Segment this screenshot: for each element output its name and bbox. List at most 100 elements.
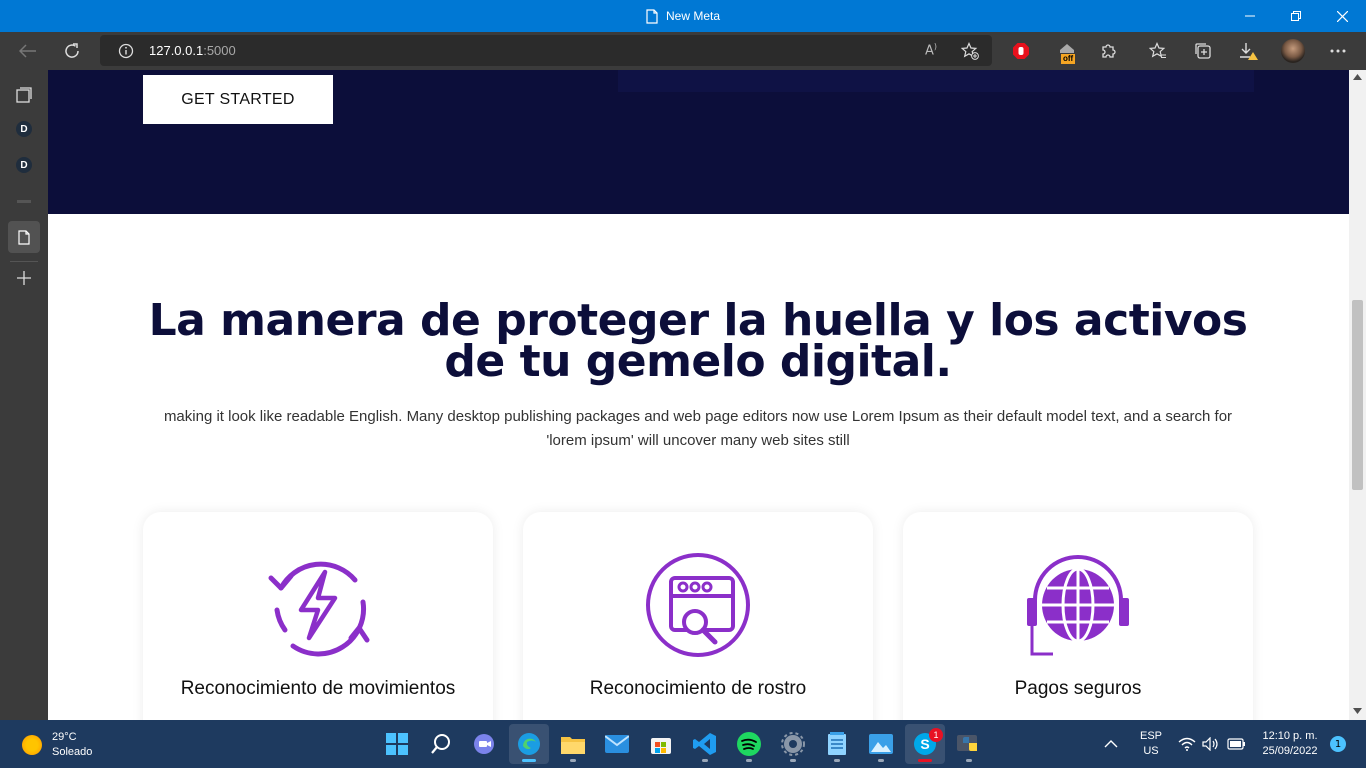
scrollbar-thumb[interactable] bbox=[1352, 300, 1363, 490]
back-arrow-icon bbox=[19, 44, 36, 58]
tab-favicon bbox=[17, 199, 31, 203]
page-content: GET STARTED La manera de proteger la hue… bbox=[48, 70, 1349, 720]
language-code: ESP bbox=[1139, 730, 1162, 742]
tab-actions-button[interactable] bbox=[8, 79, 40, 111]
section-headline: La manera de proteger la huella y los ac… bbox=[148, 295, 1248, 387]
sidebar-tab-3[interactable] bbox=[8, 185, 40, 217]
extension-off[interactable]: off bbox=[1052, 36, 1082, 66]
spotify-app[interactable] bbox=[729, 724, 769, 764]
edge-app[interactable] bbox=[509, 724, 549, 764]
store-app[interactable] bbox=[641, 724, 681, 764]
start-button[interactable] bbox=[377, 724, 417, 764]
close-button[interactable] bbox=[1319, 0, 1365, 32]
weather-widget[interactable]: 29°C Soleado bbox=[22, 730, 92, 760]
sidebar-tab-2[interactable]: D bbox=[8, 149, 40, 181]
tray-overflow-button[interactable] bbox=[1104, 736, 1120, 752]
quick-settings-button[interactable] bbox=[1178, 734, 1250, 754]
new-tab-button[interactable] bbox=[8, 262, 40, 294]
feature-card-face[interactable]: Reconocimiento de rostro bbox=[523, 512, 873, 720]
notification-count-badge[interactable]: 1 bbox=[1330, 736, 1346, 752]
section-subtext: making it look like readable English. Ma… bbox=[163, 408, 1233, 449]
stop-hand-icon bbox=[1013, 43, 1029, 59]
notepad-icon bbox=[828, 732, 846, 755]
settings-app[interactable] bbox=[773, 724, 813, 764]
address-bar[interactable]: 127.0.0.1:5000 A) bbox=[100, 35, 992, 66]
python-icon bbox=[957, 735, 977, 751]
extensions-button[interactable] bbox=[1094, 36, 1124, 66]
card-title: Reconocimiento de movimientos bbox=[180, 678, 456, 699]
get-started-button[interactable]: GET STARTED bbox=[143, 75, 333, 124]
scroll-down-icon[interactable] bbox=[1353, 708, 1362, 714]
folder-icon bbox=[561, 737, 585, 754]
browser-toolbar: 127.0.0.1:5000 A) off bbox=[0, 32, 1366, 70]
mail-icon bbox=[605, 735, 629, 753]
hero-panel bbox=[618, 70, 1254, 92]
file-explorer-app[interactable] bbox=[553, 724, 593, 764]
more-dots-icon bbox=[1330, 49, 1346, 53]
back-button[interactable] bbox=[13, 36, 43, 66]
add-favorite-icon[interactable] bbox=[961, 42, 979, 60]
url-host: 127.0.0.1 bbox=[149, 43, 204, 58]
card-title: Pagos seguros bbox=[1014, 678, 1142, 699]
feature-card-motion[interactable]: Reconocimiento de movimientos bbox=[143, 512, 493, 720]
gear-icon bbox=[781, 732, 805, 756]
avatar bbox=[1281, 39, 1305, 63]
extension-adblock[interactable] bbox=[1006, 36, 1036, 66]
volume-icon bbox=[1202, 737, 1218, 751]
minimize-button[interactable] bbox=[1227, 0, 1273, 32]
close-icon bbox=[1336, 10, 1348, 22]
battery-icon bbox=[1227, 738, 1245, 750]
edge-browser-icon bbox=[518, 733, 540, 755]
hero-section: GET STARTED bbox=[48, 70, 1349, 214]
sidebar-tab-active[interactable] bbox=[8, 221, 40, 253]
active-indicator bbox=[918, 759, 932, 762]
teams-chat-app[interactable] bbox=[465, 724, 505, 764]
skype-app[interactable]: S 1 bbox=[905, 724, 945, 764]
skype-badge: 1 bbox=[929, 728, 943, 742]
python-app[interactable] bbox=[949, 724, 989, 764]
url-port: :5000 bbox=[203, 43, 236, 58]
profile-avatar[interactable] bbox=[1278, 36, 1308, 66]
download-warning-icon bbox=[1240, 43, 1258, 60]
vertical-tabs-sidebar: D D bbox=[0, 70, 48, 720]
search-button[interactable] bbox=[421, 724, 461, 764]
running-indicator bbox=[570, 759, 576, 762]
photos-app[interactable] bbox=[861, 724, 901, 764]
tab-favicon: D bbox=[16, 157, 32, 173]
downloads-button[interactable] bbox=[1233, 36, 1263, 66]
feature-card-payments[interactable]: Pagos seguros bbox=[903, 512, 1253, 720]
running-indicator bbox=[834, 759, 840, 762]
refresh-button[interactable] bbox=[57, 36, 87, 66]
url-text[interactable]: 127.0.0.1:5000 bbox=[149, 35, 236, 66]
mail-app[interactable] bbox=[597, 724, 637, 764]
page-icon bbox=[18, 229, 30, 245]
notepad-app[interactable] bbox=[817, 724, 857, 764]
running-indicator bbox=[702, 759, 708, 762]
spotify-icon bbox=[737, 732, 761, 756]
wifi-icon bbox=[1178, 737, 1196, 751]
sidebar-tab-1[interactable]: D bbox=[8, 113, 40, 145]
restore-icon bbox=[1291, 11, 1301, 21]
page-scrollbar[interactable] bbox=[1349, 70, 1366, 720]
collections-icon bbox=[1195, 43, 1211, 59]
weather-desc: Soleado bbox=[52, 746, 93, 758]
tab-favicon: D bbox=[16, 121, 32, 137]
weather-temp: 29°C bbox=[52, 731, 77, 743]
collections-button[interactable] bbox=[1188, 36, 1218, 66]
running-indicator bbox=[966, 759, 972, 762]
extension-off-badge: off bbox=[1061, 54, 1076, 64]
search-icon bbox=[431, 734, 450, 754]
vscode-app[interactable] bbox=[685, 724, 725, 764]
read-aloud-icon[interactable]: A) bbox=[925, 42, 937, 58]
restore-button[interactable] bbox=[1273, 0, 1319, 32]
chevron-up-icon bbox=[1104, 740, 1118, 748]
scroll-up-icon[interactable] bbox=[1353, 74, 1362, 80]
card-title: Reconocimiento de rostro bbox=[589, 678, 807, 699]
window-title: New Meta bbox=[0, 0, 1366, 32]
favorites-button[interactable] bbox=[1143, 36, 1173, 66]
favorites-star-icon bbox=[1149, 42, 1166, 58]
language-indicator[interactable]: ESP US bbox=[1136, 729, 1166, 759]
clock[interactable]: 12:10 p. m. 25/09/2022 bbox=[1252, 729, 1328, 759]
settings-menu-button[interactable] bbox=[1323, 36, 1353, 66]
energy-refresh-icon bbox=[268, 561, 370, 657]
